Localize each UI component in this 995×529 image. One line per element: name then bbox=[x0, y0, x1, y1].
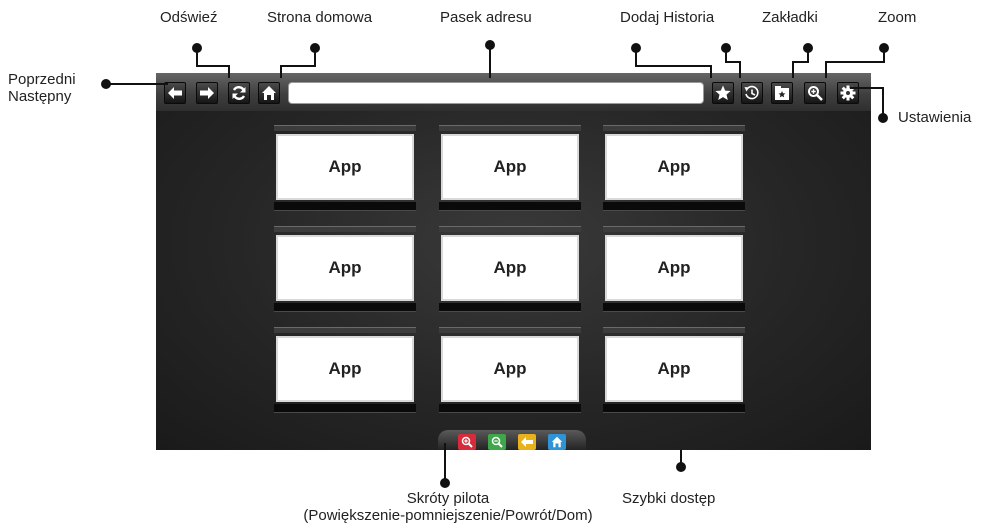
leader-settings-dot bbox=[878, 113, 888, 123]
leader-home-page bbox=[280, 48, 316, 78]
leader-bookmarks-dot bbox=[803, 43, 813, 53]
leader-settings bbox=[850, 87, 884, 118]
leader-zoom-dot bbox=[879, 43, 889, 53]
leader-refresh bbox=[196, 48, 230, 78]
leader-bookmarks bbox=[792, 48, 809, 78]
leader-remote-shortcuts-dot bbox=[440, 478, 450, 488]
leader-add bbox=[635, 48, 712, 78]
callout-lines bbox=[101, 40, 889, 488]
leader-refresh-dot bbox=[192, 43, 202, 53]
leader-quick-access-dot bbox=[676, 462, 686, 472]
leader-add-dot bbox=[631, 43, 641, 53]
leader-history-dot bbox=[721, 43, 731, 53]
leader-zoom bbox=[825, 48, 885, 78]
leader-home-page-dot bbox=[310, 43, 320, 53]
leader-prev-next-dot bbox=[101, 79, 111, 89]
leader-address-bar-dot bbox=[485, 40, 495, 50]
